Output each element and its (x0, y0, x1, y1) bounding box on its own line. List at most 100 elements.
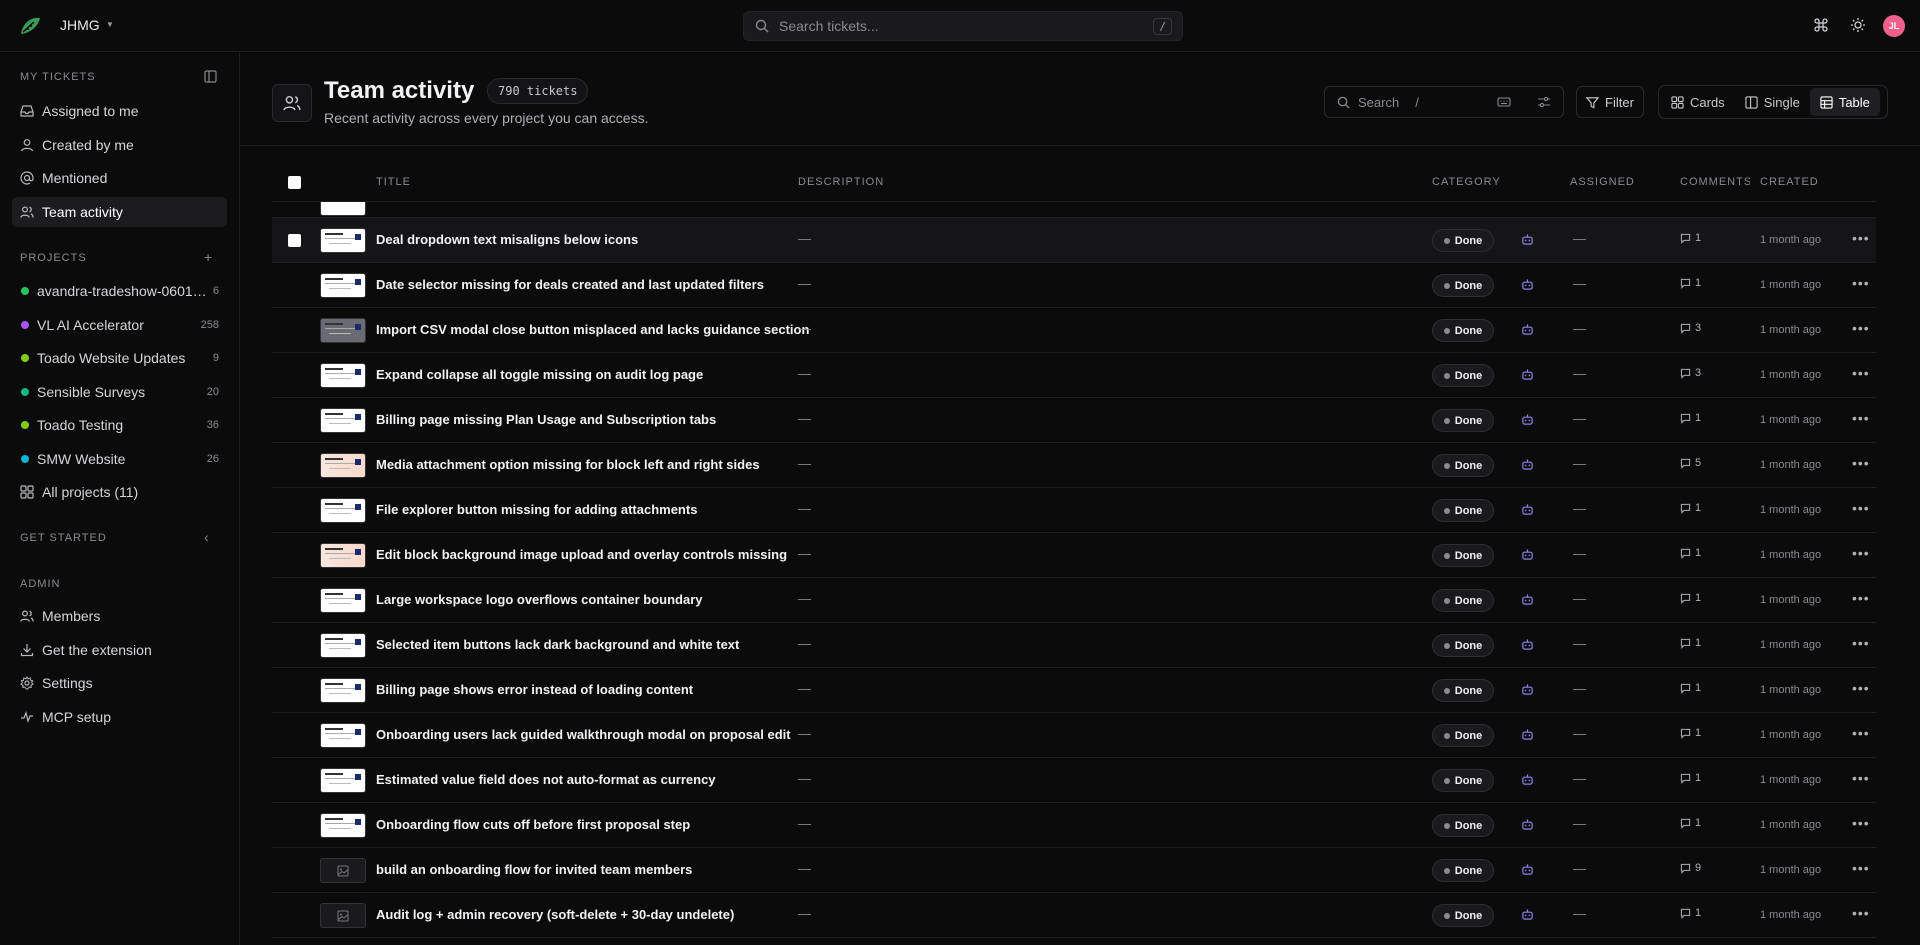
more-options-icon[interactable]: ••• (1852, 770, 1870, 786)
ticket-title[interactable]: Edit block background image upload and o… (376, 547, 787, 562)
more-options-icon[interactable]: ••• (1852, 905, 1870, 921)
sidebar-project-smw-website[interactable]: SMW Website 26 (12, 444, 227, 474)
table-row[interactable]: Selected item buttons lack dark backgrou… (272, 623, 1876, 668)
table-row[interactable]: Import CSV modal close button misplaced … (272, 308, 1876, 353)
ticket-assignee[interactable]: — (1573, 546, 1586, 561)
sidebar-item-get-the-extension[interactable]: Get the extension (12, 635, 227, 665)
more-options-icon[interactable]: ••• (1852, 590, 1870, 606)
comments-count[interactable]: 1 (1680, 772, 1701, 784)
ticket-title[interactable]: Import CSV modal close button misplaced … (376, 322, 809, 337)
status-badge[interactable]: Done (1432, 274, 1494, 297)
comments-count[interactable]: 1 (1680, 547, 1701, 559)
more-options-icon[interactable]: ••• (1852, 860, 1870, 876)
comments-count[interactable]: 3 (1680, 322, 1701, 334)
ticket-assignee[interactable]: — (1573, 636, 1586, 651)
ticket-title[interactable]: build an onboarding flow for invited tea… (376, 862, 692, 877)
ticket-thumbnail[interactable] (320, 813, 366, 838)
table-row[interactable]: Large workspace logo overflows container… (272, 578, 1876, 623)
chevron-left-icon[interactable]: ‹ (204, 529, 209, 545)
status-badge[interactable]: Done (1432, 499, 1494, 522)
ticket-title[interactable]: File explorer button missing for adding … (376, 502, 697, 517)
select-all-checkbox[interactable] (288, 176, 301, 189)
ticket-title[interactable]: Onboarding users lack guided walkthrough… (376, 727, 791, 742)
ticket-thumbnail[interactable] (320, 408, 366, 433)
ticket-thumbnail[interactable] (320, 678, 366, 703)
more-options-icon[interactable]: ••• (1852, 680, 1870, 696)
add-project-icon[interactable]: + (204, 249, 212, 265)
ticket-title[interactable]: Billing page shows error instead of load… (376, 682, 693, 697)
status-badge[interactable]: Done (1432, 544, 1494, 567)
status-badge[interactable]: Done (1432, 904, 1494, 927)
ticket-search-input[interactable]: Search / (1324, 86, 1564, 118)
row-checkbox[interactable] (288, 234, 301, 247)
ticket-thumbnail[interactable] (320, 228, 366, 253)
ticket-title[interactable]: Selected item buttons lack dark backgrou… (376, 637, 739, 652)
status-badge[interactable]: Done (1432, 814, 1494, 837)
ticket-assignee[interactable]: — (1573, 726, 1586, 741)
workspace-chevron-down-icon[interactable]: ▼ (106, 20, 114, 29)
more-options-icon[interactable]: ••• (1852, 410, 1870, 426)
table-row[interactable]: Edit block background image upload and o… (272, 533, 1876, 578)
ticket-thumbnail[interactable] (320, 543, 366, 568)
comments-count[interactable]: 3 (1680, 367, 1701, 379)
ticket-title[interactable]: Estimated value field does not auto-form… (376, 772, 716, 787)
ticket-thumbnail[interactable] (320, 723, 366, 748)
status-badge[interactable]: Done (1432, 364, 1494, 387)
sidebar-project-sensible-surveys[interactable]: Sensible Surveys 20 (12, 377, 227, 407)
global-search-input[interactable]: Search tickets... / (743, 11, 1183, 41)
comments-count[interactable]: 1 (1680, 907, 1701, 919)
status-badge[interactable]: Done (1432, 679, 1494, 702)
column-category[interactable]: CATEGORY (1432, 176, 1501, 188)
table-row[interactable]: Media attachment option missing for bloc… (272, 443, 1876, 488)
ticket-assignee[interactable]: — (1573, 411, 1586, 426)
table-row[interactable]: Expand collapse all toggle missing on au… (272, 353, 1876, 398)
ticket-thumbnail[interactable] (320, 453, 366, 478)
comments-count[interactable]: 1 (1680, 502, 1701, 514)
more-options-icon[interactable]: ••• (1852, 275, 1870, 291)
status-badge[interactable]: Done (1432, 769, 1494, 792)
table-row[interactable]: Billing page shows error instead of load… (272, 668, 1876, 713)
ticket-assignee[interactable]: — (1573, 906, 1586, 921)
collapse-sidebar-icon[interactable] (204, 70, 217, 83)
sidebar-item-created-by-me[interactable]: Created by me (12, 130, 227, 160)
ticket-title[interactable]: Expand collapse all toggle missing on au… (376, 367, 703, 382)
ticket-title[interactable]: Date selector missing for deals created … (376, 277, 764, 292)
more-options-icon[interactable]: ••• (1852, 815, 1870, 831)
ticket-assignee[interactable]: — (1573, 501, 1586, 516)
table-row[interactable]: Onboarding flow cuts off before first pr… (272, 803, 1876, 848)
ticket-assignee[interactable]: — (1573, 231, 1586, 246)
command-icon[interactable] (1813, 17, 1829, 33)
comments-count[interactable]: 5 (1680, 457, 1701, 469)
table-row[interactable]: Date selector missing for deals created … (272, 263, 1876, 308)
more-options-icon[interactable]: ••• (1852, 545, 1870, 561)
status-badge[interactable]: Done (1432, 859, 1494, 882)
sidebar-project-toado-testing[interactable]: Toado Testing 36 (12, 410, 227, 440)
ticket-assignee[interactable]: — (1573, 321, 1586, 336)
ticket-assignee[interactable]: — (1573, 366, 1586, 381)
view-table-button[interactable]: Table (1809, 88, 1880, 116)
table-row[interactable]: Billing page missing Plan Usage and Subs… (272, 398, 1876, 443)
ticket-thumbnail[interactable] (320, 633, 366, 658)
more-options-icon[interactable]: ••• (1852, 455, 1870, 471)
comments-count[interactable]: 1 (1680, 412, 1701, 424)
more-options-icon[interactable]: ••• (1852, 500, 1870, 516)
theme-sun-icon[interactable] (1850, 17, 1866, 33)
workspace-name[interactable]: JHMG (60, 17, 100, 33)
table-row[interactable]: File explorer button missing for adding … (272, 488, 1876, 533)
ticket-assignee[interactable]: — (1573, 771, 1586, 786)
sidebar-project-avandra[interactable]: avandra-tradeshow-0601… 6 (12, 276, 227, 306)
ticket-assignee[interactable]: — (1573, 861, 1586, 876)
sidebar-item-mcp-setup[interactable]: MCP setup (12, 702, 227, 732)
ticket-title[interactable]: Billing page missing Plan Usage and Subs… (376, 412, 716, 427)
more-options-icon[interactable]: ••• (1852, 635, 1870, 651)
ticket-assignee[interactable]: — (1573, 681, 1586, 696)
more-options-icon[interactable]: ••• (1852, 320, 1870, 336)
user-avatar[interactable]: JL (1883, 15, 1905, 37)
sidebar-item-settings[interactable]: Settings (12, 668, 227, 698)
sidebar-item-mentioned[interactable]: Mentioned (12, 163, 227, 193)
column-assigned[interactable]: ASSIGNED (1570, 176, 1635, 188)
ticket-assignee[interactable]: — (1573, 456, 1586, 471)
view-single-button[interactable]: Single (1735, 88, 1810, 116)
status-badge[interactable]: Done (1432, 319, 1494, 342)
comments-count[interactable]: 9 (1680, 862, 1701, 874)
